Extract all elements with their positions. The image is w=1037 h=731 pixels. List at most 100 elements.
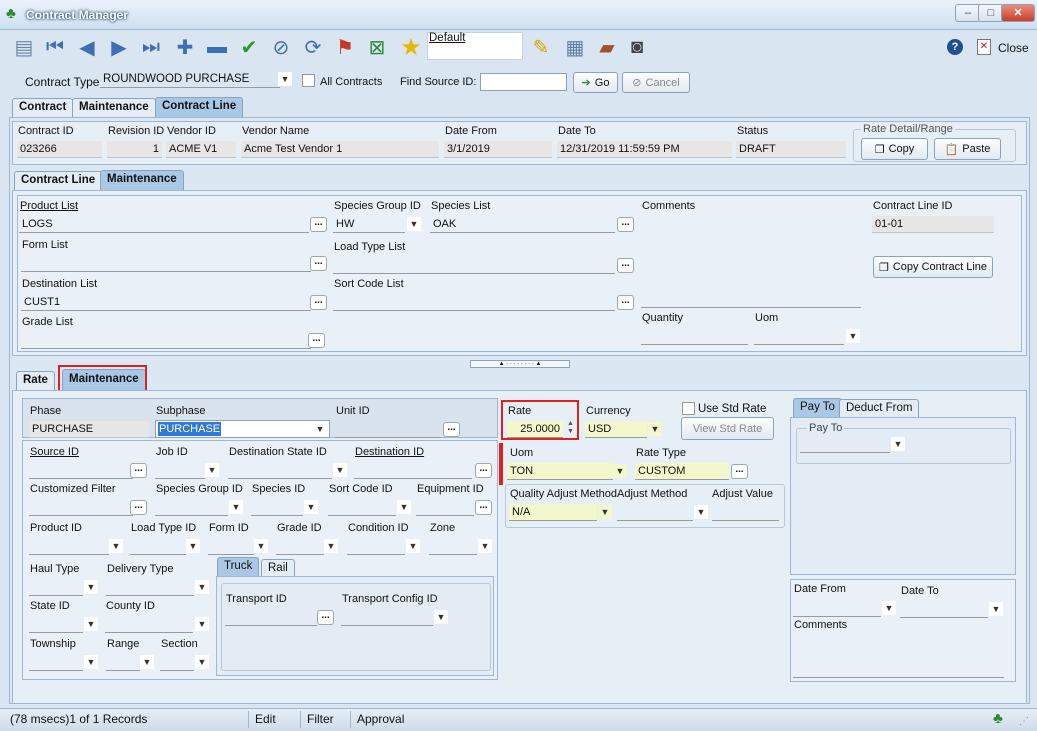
splitter-handle[interactable]: ▲ · · · · · · · · ▲ xyxy=(470,360,570,368)
tab-line-contract-line[interactable]: Contract Line xyxy=(14,171,103,190)
tab-contract-line[interactable]: Contract Line xyxy=(155,97,244,117)
edit-pencil-icon[interactable]: ✎ xyxy=(526,33,556,61)
rate-type-field[interactable]: CUSTOM xyxy=(635,463,729,480)
section-select[interactable] xyxy=(160,654,194,671)
pay-date-from-select[interactable] xyxy=(793,600,881,617)
currency-select[interactable]: USD xyxy=(585,421,647,438)
chevron-down-icon[interactable]: ▼ xyxy=(186,539,200,553)
grade-list-lookup-button[interactable]: ... xyxy=(308,333,325,348)
chevron-down-icon[interactable]: ▼ xyxy=(254,539,268,553)
chevron-down-icon[interactable]: ▼ xyxy=(304,500,318,514)
tab-maintenance[interactable]: Maintenance xyxy=(72,98,156,117)
record-icon[interactable]: ▤ xyxy=(9,33,39,61)
chevron-down-icon[interactable]: ▼ xyxy=(324,539,338,553)
source-id-label[interactable]: Source ID xyxy=(30,446,79,458)
form-list-lookup-button[interactable]: ... xyxy=(310,256,327,271)
sort-code-list-lookup-button[interactable]: ... xyxy=(617,295,634,310)
product-list-field[interactable]: LOGS xyxy=(19,216,309,233)
product-list-label[interactable]: Product List xyxy=(20,200,78,212)
tab-pay-to[interactable]: Pay To xyxy=(793,398,842,417)
chevron-down-icon[interactable]: ▼ xyxy=(205,463,219,477)
species-id-select[interactable] xyxy=(251,499,303,516)
chevron-down-icon[interactable]: ▼ xyxy=(598,505,612,519)
load-type-list-lookup-button[interactable]: ... xyxy=(617,258,634,273)
delete-record-icon[interactable]: ▬ xyxy=(202,33,232,61)
delivery-type-select[interactable] xyxy=(106,579,194,596)
chevron-down-icon[interactable]: ▼ xyxy=(195,655,209,669)
chevron-down-icon[interactable]: ▼ xyxy=(140,655,154,669)
chevron-down-icon[interactable]: ▼ xyxy=(84,617,98,631)
customized-filter-field[interactable] xyxy=(29,499,133,516)
subphase-select[interactable]: PURCHASE xyxy=(158,422,222,436)
destination-list-field[interactable]: CUST1 xyxy=(21,294,311,311)
first-record-icon[interactable]: ⏮ xyxy=(40,33,70,61)
view-name-link[interactable]: Default xyxy=(429,32,465,44)
refresh-icon[interactable]: ⟳ xyxy=(298,33,328,61)
favorite-star-icon[interactable]: ★ xyxy=(396,33,426,61)
help-icon[interactable]: ? xyxy=(947,39,963,55)
unit-id-field[interactable] xyxy=(335,421,441,438)
job-id-select[interactable] xyxy=(155,462,205,479)
form-list-field[interactable] xyxy=(21,255,311,272)
tab-contract[interactable]: Contract xyxy=(12,98,74,117)
load-type-id-select[interactable] xyxy=(130,538,186,555)
cancel-button[interactable]: ⊘ Cancel xyxy=(622,72,690,93)
destination-id-field[interactable] xyxy=(354,462,472,479)
chevron-down-icon[interactable]: ▼ xyxy=(989,602,1003,616)
paste-button[interactable]: 📋 Paste xyxy=(934,138,1001,160)
close-label[interactable]: Close xyxy=(998,41,1029,55)
chevron-down-icon[interactable]: ▼ xyxy=(694,505,708,519)
haul-type-select[interactable] xyxy=(29,579,83,596)
condition-id-select[interactable] xyxy=(347,538,405,555)
state-id-select[interactable] xyxy=(29,616,83,633)
chevron-down-icon[interactable]: ▼ xyxy=(648,422,662,436)
chevron-down-icon[interactable]: ▼ xyxy=(278,72,292,86)
rate-type-lookup-button[interactable]: ... xyxy=(731,464,748,479)
equipment-id-lookup-button[interactable]: ... xyxy=(475,500,492,515)
tab-truck[interactable]: Truck xyxy=(217,557,260,576)
chevron-down-icon[interactable]: ▼ xyxy=(882,601,896,615)
use-std-rate-checkbox[interactable] xyxy=(682,402,695,415)
contract-type-select[interactable]: ROUNDWOOD PURCHASE xyxy=(100,71,280,88)
sort-code-list-field[interactable] xyxy=(333,294,615,311)
transport-config-select[interactable] xyxy=(341,609,433,626)
quality-adjust-method-select[interactable]: N/A xyxy=(509,504,597,521)
range-select[interactable] xyxy=(106,654,140,671)
next-record-icon[interactable]: ▶ xyxy=(104,33,134,61)
product-id-select[interactable] xyxy=(29,538,109,555)
last-record-icon[interactable]: ⏭ xyxy=(136,33,166,61)
tab-deduct-from[interactable]: Deduct From xyxy=(839,399,920,418)
pay-comments-field[interactable] xyxy=(793,635,1004,678)
chevron-down-icon[interactable]: ▼ xyxy=(84,655,98,669)
copy-contract-line-button[interactable]: ❐ Copy Contract Line xyxy=(873,256,993,278)
grade-id-select[interactable] xyxy=(276,538,324,555)
tab-rate[interactable]: Rate xyxy=(16,371,55,390)
destination-id-label[interactable]: Destination ID xyxy=(355,446,424,458)
go-button[interactable]: ➔ Go xyxy=(573,72,618,93)
excel-export-icon[interactable]: ⊠ xyxy=(362,33,392,61)
chevron-down-icon[interactable]: ▼ xyxy=(891,437,905,451)
load-type-list-field[interactable] xyxy=(333,257,615,274)
transport-id-lookup-button[interactable]: ... xyxy=(317,610,334,625)
sort-code-id-select[interactable] xyxy=(328,499,396,516)
resize-grip-icon[interactable]: ⋰ xyxy=(1019,716,1029,727)
destination-list-lookup-button[interactable]: ... xyxy=(310,295,327,310)
chevron-down-icon[interactable]: ▼ xyxy=(195,617,209,631)
chevron-down-icon[interactable]: ▼ xyxy=(195,580,209,594)
source-id-field[interactable] xyxy=(29,462,133,479)
chevron-down-icon[interactable]: ▼ xyxy=(613,464,627,478)
chevron-down-icon[interactable]: ▼ xyxy=(407,217,421,231)
species-group-select[interactable]: HW xyxy=(333,216,405,233)
chevron-down-icon[interactable]: ▼ xyxy=(397,500,411,514)
destination-id-lookup-button[interactable]: ... xyxy=(475,463,492,478)
save-check-icon[interactable]: ✔ xyxy=(234,33,264,61)
equipment-id-field[interactable] xyxy=(416,499,474,516)
tab-line-maintenance[interactable]: Maintenance xyxy=(100,170,184,190)
uom-select[interactable] xyxy=(754,328,844,345)
grade-list-field[interactable] xyxy=(21,332,311,349)
pay-date-to-select[interactable] xyxy=(900,601,988,618)
transport-id-field[interactable] xyxy=(225,609,317,626)
dest-state-select[interactable] xyxy=(228,462,332,479)
chevron-down-icon[interactable]: ▼ xyxy=(109,539,123,553)
briefcase-icon[interactable]: ▰ xyxy=(592,33,622,61)
